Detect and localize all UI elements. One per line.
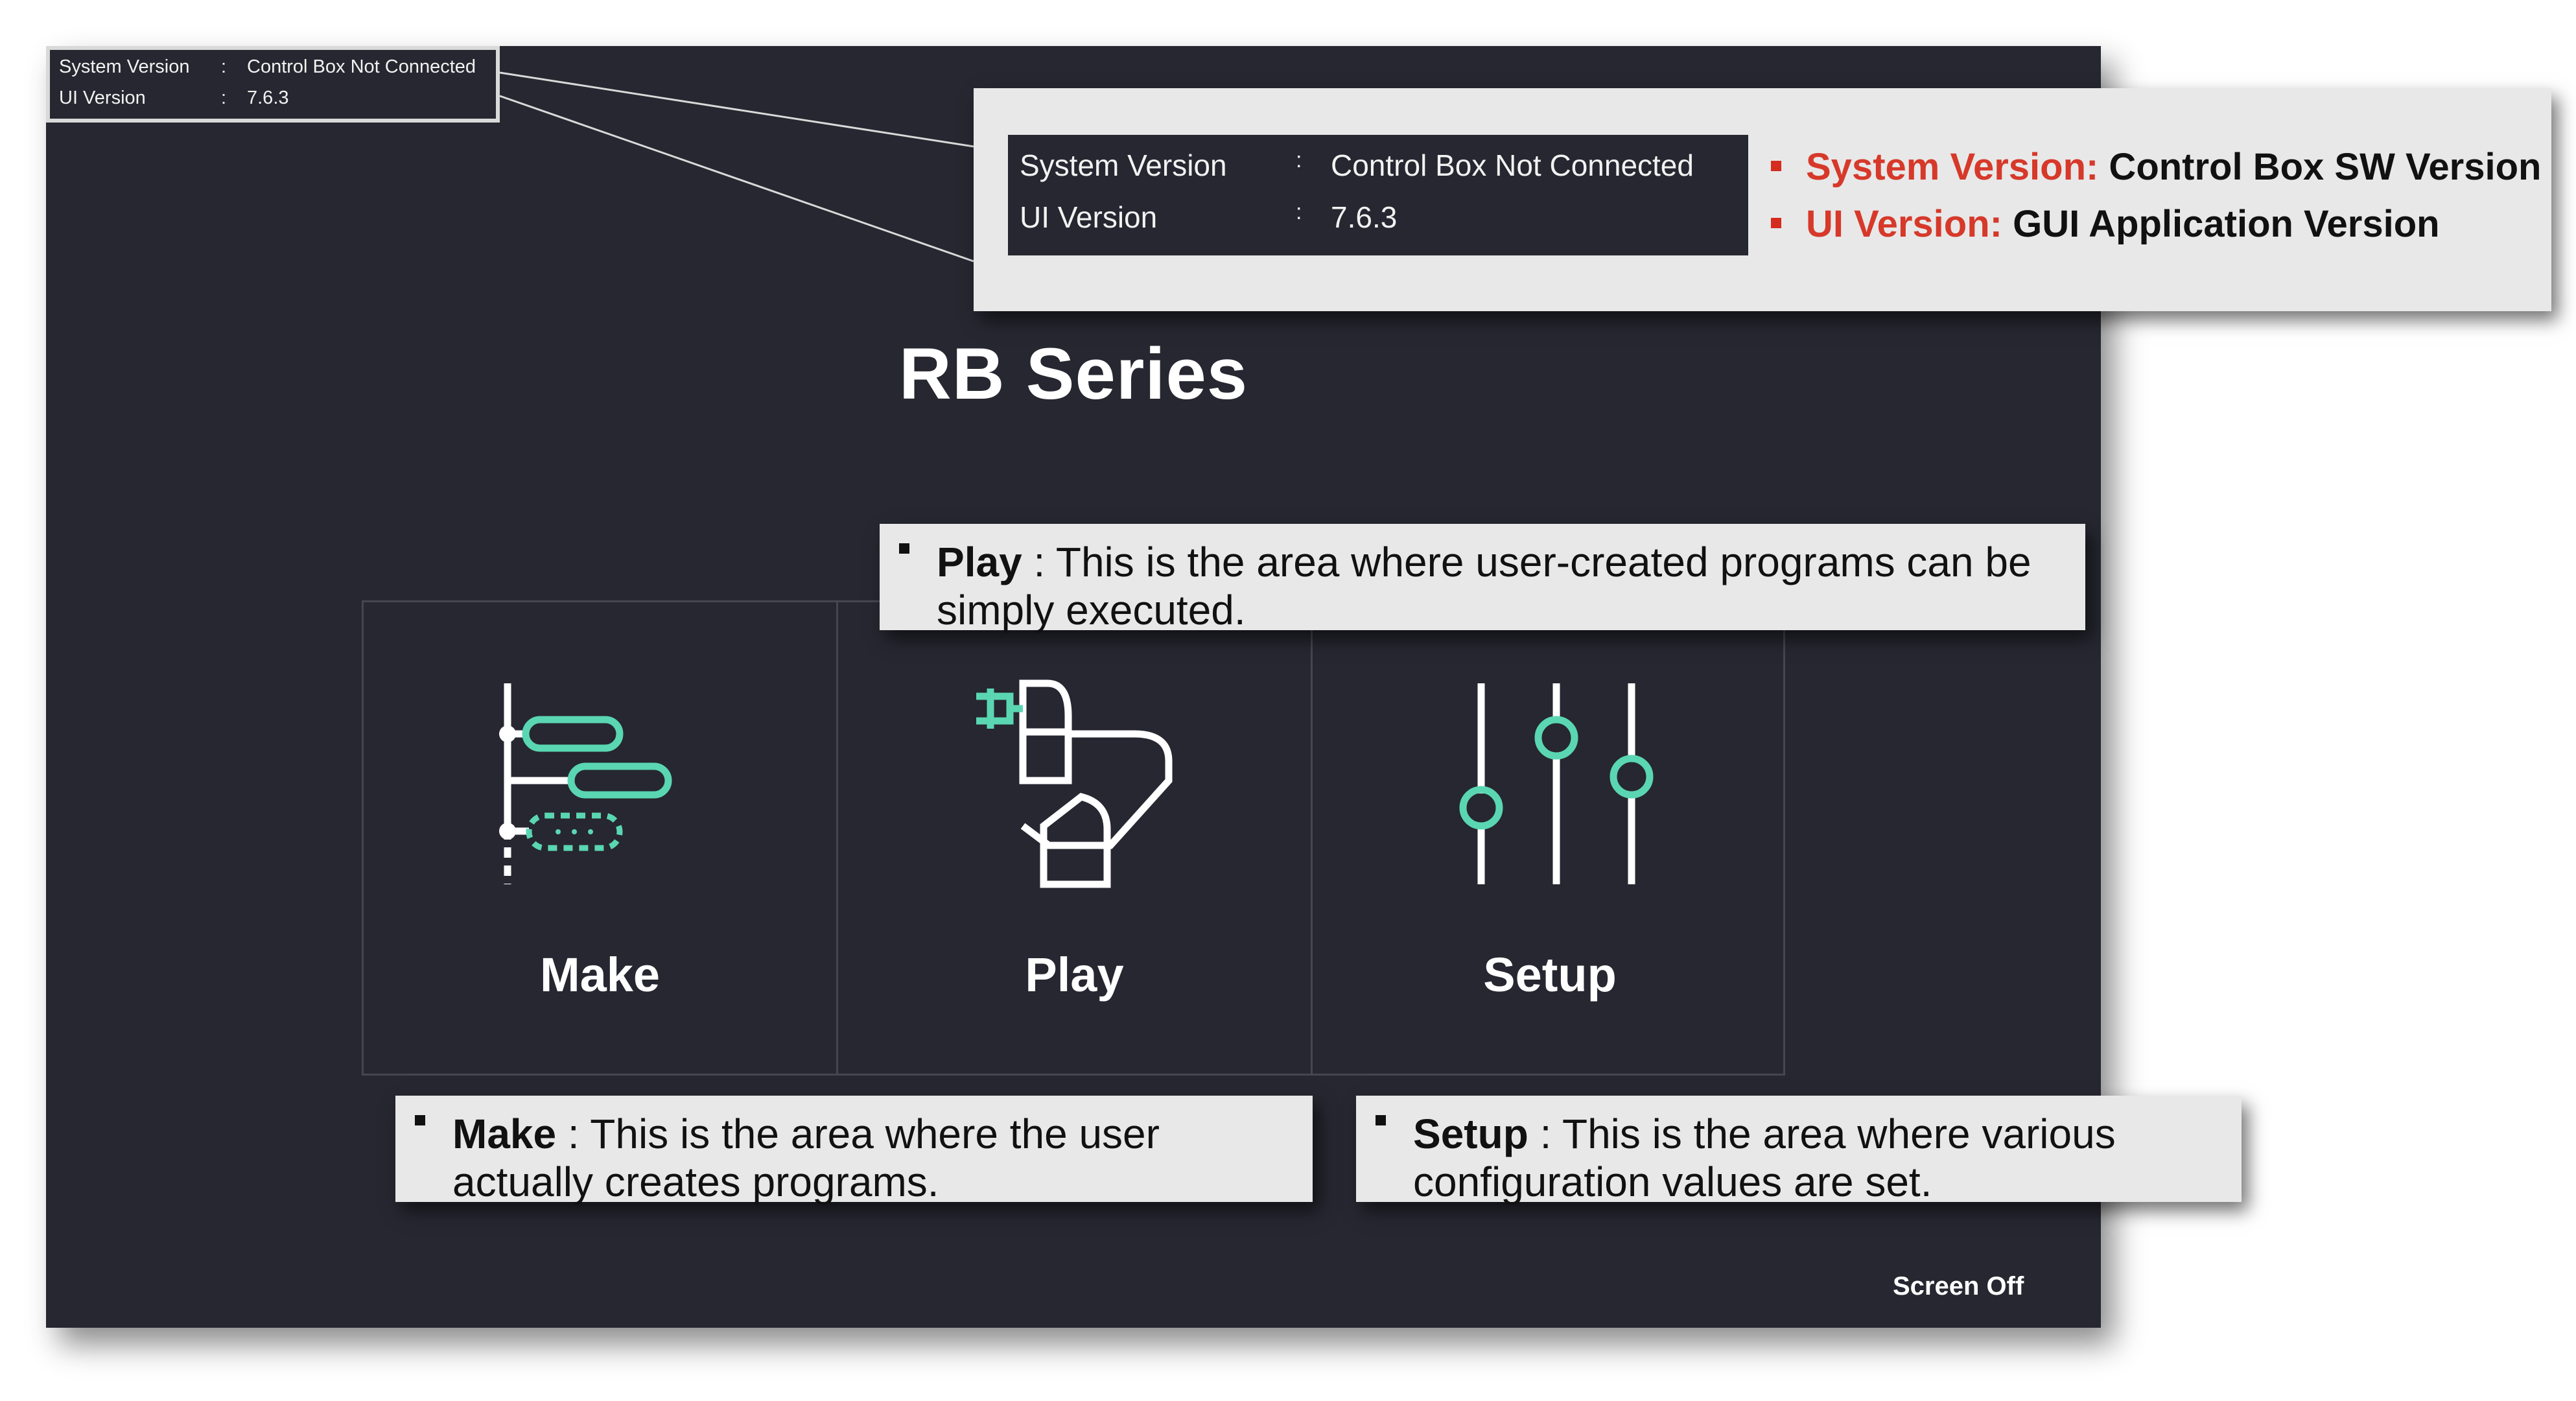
separator: : xyxy=(1296,200,1302,224)
setup-tile[interactable]: Setup xyxy=(1313,602,1787,1074)
version-callout: System Version : Control Box Not Connect… xyxy=(974,88,2551,311)
bullet-key: System Version: xyxy=(1806,146,2099,188)
play-description-callout: Play : This is the area where user-creat… xyxy=(880,524,2085,633)
bullet-square-icon xyxy=(415,1115,425,1125)
make-description-callout: Make : This is the area where the user a… xyxy=(395,1096,1313,1205)
ui-version-value: 7.6.3 xyxy=(1331,200,1398,234)
play-description: Play : This is the area where user-creat… xyxy=(937,538,2072,634)
callout-bullet-system-version: System Version: Control Box SW Version xyxy=(1771,145,2541,189)
page-title: RB Series xyxy=(898,333,1248,414)
bullet-key: UI Version: xyxy=(1806,203,2002,245)
bullet-text: Control Box SW Version xyxy=(2098,146,2542,188)
setup-description: Setup : This is the area where various c… xyxy=(1413,1110,2229,1206)
make-text: : This is the area where the user actual… xyxy=(452,1111,1160,1205)
bullet-square-icon xyxy=(1376,1115,1386,1125)
play-label: Play xyxy=(1025,948,1124,1002)
screen-off-button[interactable]: Screen Off xyxy=(1893,1272,2024,1301)
system-version-label: System Version xyxy=(1020,148,1227,182)
play-key: Play xyxy=(937,539,1022,585)
callout-bullet-ui-version: UI Version: GUI Application Version xyxy=(1771,202,2440,246)
make-icon xyxy=(499,683,672,884)
bullet-text: GUI Application Version xyxy=(2002,203,2440,245)
zoomed-version-box: System Version : Control Box Not Connect… xyxy=(1008,135,1748,255)
main-menu: Make Play Setup xyxy=(362,600,1785,1076)
bullet-square-icon xyxy=(1771,217,1781,228)
play-text: : This is the area where user-created pr… xyxy=(937,539,2032,633)
play-icon xyxy=(976,679,1173,888)
make-tile[interactable]: Make xyxy=(364,602,838,1074)
make-description: Make : This is the area where the user a… xyxy=(452,1110,1300,1206)
make-key: Make xyxy=(452,1111,557,1157)
system-version-value: Control Box Not Connected xyxy=(1331,148,1694,182)
bullet-square-icon xyxy=(1771,160,1781,171)
setup-description-callout: Setup : This is the area where various c… xyxy=(1356,1096,2242,1205)
separator: : xyxy=(1296,148,1302,172)
ui-version-label: UI Version xyxy=(1020,200,1158,234)
setup-icon xyxy=(1459,683,1654,884)
play-tile[interactable]: Play xyxy=(838,602,1313,1074)
setup-key: Setup xyxy=(1413,1111,1528,1157)
make-label: Make xyxy=(539,948,661,1002)
bullet-square-icon xyxy=(899,543,909,554)
setup-label: Setup xyxy=(1483,948,1617,1002)
